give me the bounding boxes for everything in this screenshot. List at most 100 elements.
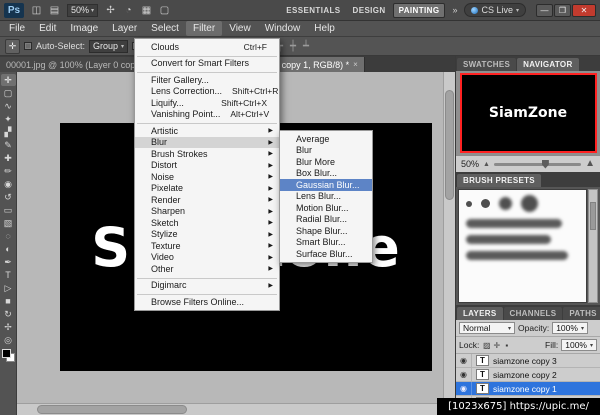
blur-submenu-item[interactable]: Lens Blur... [280, 191, 372, 203]
launch-bridge-icon[interactable]: ◫ [29, 5, 44, 16]
auto-select-checkbox[interactable] [24, 42, 32, 50]
menu-bar-item[interactable]: Window [258, 21, 308, 36]
photoshop-logo[interactable]: Ps [4, 2, 24, 18]
navigator-view-box[interactable]: SiamZone [459, 73, 597, 153]
filter-menu-item[interactable]: Lens Correction... Shift+Ctrl+R [135, 86, 279, 98]
layer-visibility-eye-icon[interactable]: ◉ [456, 354, 472, 367]
menu-bar-item[interactable]: Filter [185, 21, 223, 36]
brush-thumbnail[interactable] [499, 197, 512, 210]
blend-mode-dropdown[interactable]: Normal ▾ [459, 322, 515, 334]
lock-position-icon[interactable]: ✛ [492, 341, 501, 350]
blur-submenu-item[interactable]: Motion Blur... [280, 202, 372, 214]
menu-bar-item[interactable]: View [222, 21, 258, 36]
filter-menu-item[interactable]: Liquify... Shift+Ctrl+X [135, 97, 279, 109]
pen-tool[interactable]: ✒ [1, 256, 16, 268]
filter-menu-item[interactable]: Blur ▶ [135, 136, 279, 148]
fill-value[interactable]: 100% ▾ [561, 339, 597, 351]
foreground-color-swatch[interactable] [1, 349, 11, 358]
panel-tab[interactable]: NAVIGATOR [517, 58, 579, 71]
filter-menu-item[interactable]: Artistic ▶ [135, 125, 279, 137]
filter-menu-item[interactable]: Distort ▶ [135, 160, 279, 172]
current-tool-icon[interactable]: ✛ [5, 38, 20, 54]
rotate-3d-tool[interactable]: ↻ [1, 308, 16, 320]
workspace-button[interactable]: PAINTING [392, 2, 446, 18]
move-tool[interactable]: ✛ [0, 74, 16, 86]
filter-menu-item[interactable]: Pixelate ▶ [135, 183, 279, 195]
filter-menu-item[interactable]: Stylize ▶ [135, 229, 279, 241]
brush-thumbnail[interactable] [466, 219, 563, 228]
panel-tab[interactable]: LAYERS [457, 307, 503, 320]
filter-menu-item[interactable]: Sharpen ▶ [135, 206, 279, 218]
vertical-scrollbar[interactable] [443, 72, 455, 403]
navigator-zoom-slider[interactable] [493, 159, 582, 169]
zoom-in-icon[interactable]: ▲ [585, 159, 595, 169]
navigator-zoom-value[interactable]: 50% [461, 159, 479, 169]
layer-row[interactable]: ◉ T siamzone copy 1 [456, 382, 600, 396]
blur-submenu-item[interactable]: Blur More [280, 156, 372, 168]
filter-menu-item[interactable]: Brush Strokes ▶ [135, 148, 279, 160]
brush-thumbnail[interactable] [466, 235, 551, 244]
menu-bar-item[interactable]: Image [63, 21, 105, 36]
maximize-button[interactable]: ❐ [554, 3, 571, 17]
marquee-tool[interactable]: ▢ [1, 87, 16, 99]
clone-stamp-tool[interactable]: ◉ [1, 178, 16, 190]
close-icon[interactable]: × [353, 60, 358, 69]
layer-row[interactable]: ◉ T siamzone copy 2 [456, 368, 600, 382]
filter-menu-item[interactable]: Filter Gallery... [135, 74, 279, 86]
dodge-tool[interactable]: ◐ [1, 243, 16, 255]
cs-live-button[interactable]: CS Live ▾ [464, 3, 526, 17]
horizontal-scrollbar-thumb[interactable] [37, 405, 187, 414]
brush-thumbnail[interactable] [466, 200, 472, 207]
path-selection-tool[interactable]: ▷ [1, 282, 16, 294]
zoom-tool[interactable]: ◎ [1, 334, 16, 346]
filter-menu-item[interactable]: Digimarc ▶ [135, 280, 279, 292]
blur-submenu-item[interactable]: Average [280, 133, 372, 145]
filter-menu-item[interactable]: Convert for Smart Filters [135, 58, 279, 70]
brush-thumbnail[interactable] [521, 195, 538, 212]
type-tool[interactable]: T [1, 269, 16, 281]
layer-visibility-eye-icon[interactable]: ◉ [456, 368, 472, 381]
menu-bar-item[interactable]: Help [307, 21, 342, 36]
panel-tab[interactable]: SWATCHES [457, 58, 517, 71]
filter-menu-item[interactable]: Other ▶ [135, 263, 279, 275]
distribute-v-center-icon[interactable]: ┿ [287, 41, 299, 52]
workspace-overflow-button[interactable]: » [450, 5, 459, 15]
close-button[interactable]: ✕ [572, 3, 596, 17]
menu-bar-item[interactable]: Edit [32, 21, 63, 36]
layer-row[interactable]: ◉ T siamzone copy 3 [456, 354, 600, 368]
hand-tool-icon[interactable]: ✢ [103, 5, 118, 16]
filter-menu-item[interactable]: Render ▶ [135, 194, 279, 206]
filter-menu-item[interactable]: Video ▶ [135, 252, 279, 264]
filter-menu-item[interactable]: Browse Filters Online... [135, 296, 279, 308]
quick-selection-tool[interactable]: ✦ [1, 113, 16, 125]
gradient-tool[interactable]: ▧ [1, 217, 16, 229]
menu-bar-item[interactable]: File [2, 21, 32, 36]
opacity-value[interactable]: 100% ▾ [552, 322, 588, 334]
blur-submenu-item[interactable]: Radial Blur... [280, 214, 372, 226]
filter-menu-item[interactable]: Sketch ▶ [135, 217, 279, 229]
blur-submenu-item[interactable]: Box Blur... [280, 168, 372, 180]
arrange-documents-icon[interactable]: ▦ [139, 5, 154, 16]
zoom-level-input[interactable]: 50% ▾ [67, 3, 99, 17]
shape-tool[interactable]: ■ [1, 295, 16, 307]
crop-tool[interactable]: ▞ [1, 126, 16, 138]
panel-tab[interactable]: PATHS [563, 307, 600, 320]
workspace-button[interactable]: ESSENTIALS [281, 4, 345, 17]
lasso-tool[interactable]: ∿ [1, 100, 16, 112]
brush-thumbnail[interactable] [481, 199, 490, 208]
eraser-tool[interactable]: ▭ [1, 204, 16, 216]
blur-submenu-item[interactable]: Blur [280, 145, 372, 157]
panel-tab[interactable]: CHANNELS [503, 307, 563, 320]
brush-tool[interactable]: ✏ [1, 165, 16, 177]
brush-panel-scrollbar-thumb[interactable] [590, 202, 596, 230]
type-layer-thumbnail[interactable]: T [476, 369, 489, 380]
menu-bar-item[interactable]: Layer [105, 21, 144, 36]
navigator-preview[interactable]: SiamZone [456, 71, 600, 155]
distribute-bottom-icon[interactable]: ┷ [300, 41, 312, 52]
type-layer-thumbnail[interactable]: T [476, 355, 489, 366]
auto-select-dropdown[interactable]: Group ▾ [89, 39, 129, 53]
blur-submenu-item[interactable]: Smart Blur... [280, 237, 372, 249]
lock-transparency-icon[interactable]: ▨ [482, 341, 491, 350]
filter-menu-item[interactable]: Texture ▶ [135, 240, 279, 252]
blur-submenu-item[interactable]: Gaussian Blur... [280, 179, 372, 191]
